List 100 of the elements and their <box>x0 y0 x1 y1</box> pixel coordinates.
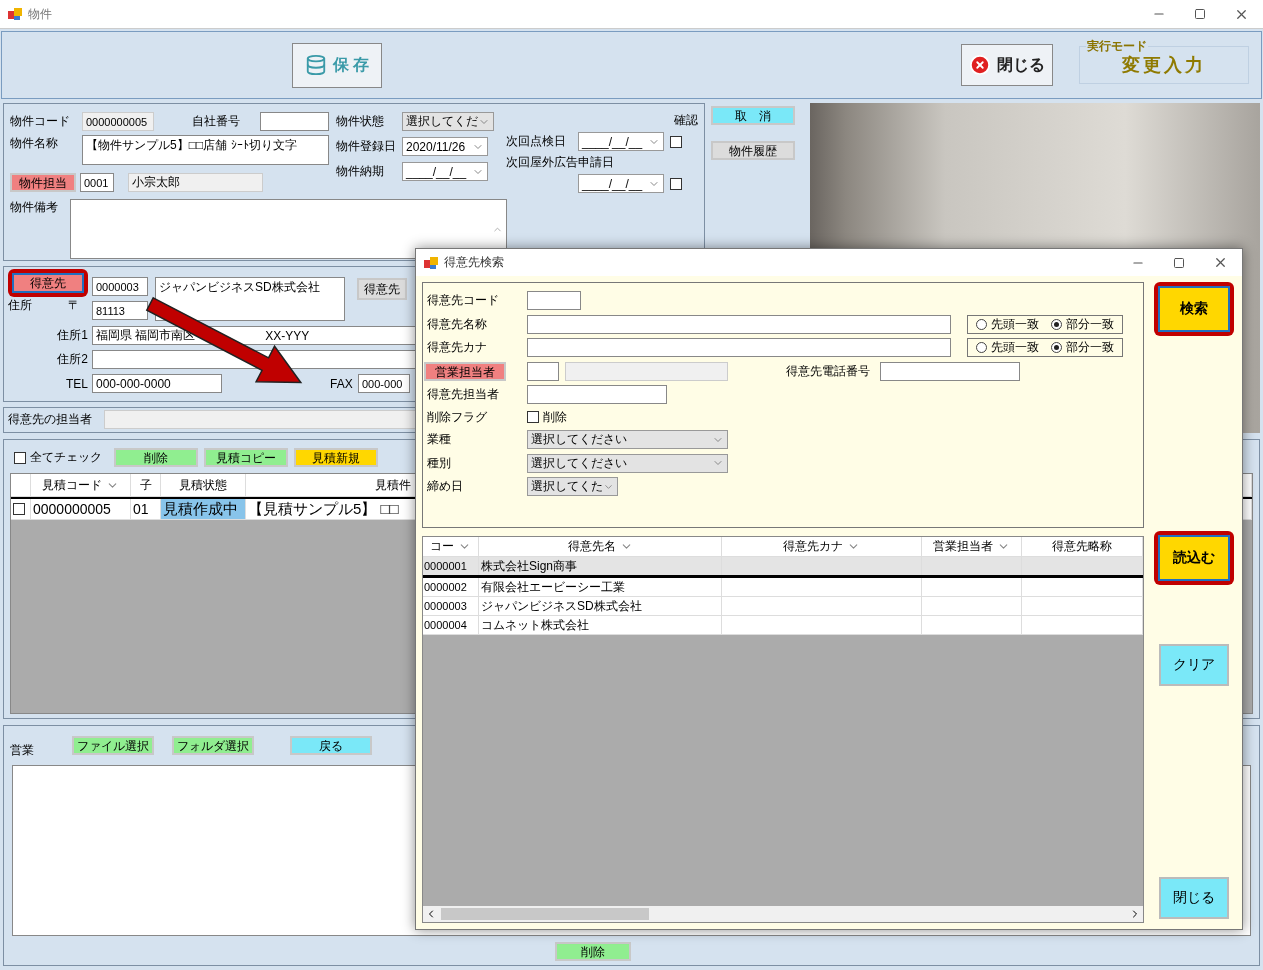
checkbox[interactable] <box>13 503 25 515</box>
horizontal-scrollbar[interactable] <box>423 906 1143 922</box>
code-field: 0000000005 <box>82 112 154 131</box>
search-dialog-button[interactable]: 検索 <box>1158 286 1230 332</box>
address-text: XX-YYY <box>265 328 310 343</box>
table-cell: 有限会社エービーシー工業 <box>479 578 722 596</box>
field-label: 住所2 <box>56 351 89 368</box>
column-header: 見積コード <box>31 474 131 496</box>
close-button[interactable]: 閉じる <box>961 44 1053 86</box>
checkbox[interactable] <box>670 135 682 148</box>
select-field[interactable]: 選択してくた <box>527 477 618 496</box>
date-field[interactable]: 2020/11/26 <box>402 137 488 156</box>
customer-code-field[interactable]: 0000003 <box>92 277 148 296</box>
radio-option[interactable]: 先頭一致 <box>976 315 1039 333</box>
side-button[interactable]: 物件履歴 <box>711 141 795 160</box>
input-field[interactable] <box>527 314 951 334</box>
field-label: 得意先の担当者 <box>8 411 93 429</box>
estimate-button[interactable]: 見積コピー <box>204 448 288 467</box>
delete-button[interactable]: 削除 <box>555 942 631 961</box>
column-header: 得意先カナ <box>722 537 922 556</box>
field-label: 物件名称 <box>10 135 59 152</box>
radio-option[interactable]: 先頭一致 <box>976 339 1039 356</box>
maximize-icon[interactable] <box>1173 256 1185 269</box>
staff-button[interactable]: 物件担当 <box>10 173 76 192</box>
estimate-button[interactable]: 削除 <box>114 448 198 467</box>
input-field[interactable] <box>527 385 667 404</box>
search-dialog-button[interactable]: 得意先 <box>12 273 84 293</box>
select-field[interactable]: 選択してください <box>527 453 728 473</box>
field-label: 得意先カナ <box>427 339 488 356</box>
table-cell: 株式会社Sign商事 <box>479 557 722 575</box>
staff-button[interactable]: 営業担当者 <box>424 361 506 381</box>
app-icon <box>424 255 438 270</box>
status-cell: 見積作成中 <box>161 499 246 519</box>
dialog-title: 得意先検索 <box>444 254 504 271</box>
estimate-button[interactable]: 見積新規 <box>294 448 378 467</box>
customer-name-field[interactable]: ジャパンビジネスSD株式会社 <box>155 277 345 321</box>
date-field[interactable]: ____/__/__ <box>402 162 488 181</box>
field-label: 得意先電話番号 <box>786 362 871 380</box>
radio-option[interactable]: 部分一致 <box>1051 339 1114 356</box>
field-label: 物件コード <box>10 113 71 130</box>
field-label: 得意先担当者 <box>427 386 500 403</box>
table-cell: 0000000005 <box>31 499 131 519</box>
table-row[interactable]: 0000004 コムネット株式会社 <box>423 616 1143 635</box>
fax-field[interactable]: 000-000 <box>358 374 410 393</box>
date-field[interactable]: ____/__/__ <box>578 132 664 151</box>
side-button[interactable]: 取 消 <box>711 106 795 125</box>
column-header: 得意先名 <box>479 537 722 556</box>
input-field[interactable] <box>527 291 581 310</box>
name-field[interactable]: 【物件サンプル5】□□店舗 ｼｰﾄ切り文字 <box>82 135 329 165</box>
table-row[interactable]: 0000001 株式会社Sign商事 <box>423 557 1143 578</box>
mode-value: 変更入力 <box>1122 54 1206 77</box>
table-row[interactable]: 0000002 有限会社エービーシー工業 <box>423 578 1143 597</box>
staff-code-field[interactable]: 0001 <box>80 173 114 192</box>
customer-lookup-button[interactable]: 得意先 <box>357 278 407 300</box>
checkbox[interactable] <box>670 177 682 190</box>
check-all-checkbox[interactable]: 全てチェック <box>14 449 102 466</box>
input-field[interactable] <box>880 361 1020 381</box>
column-header: 営業担当者 <box>922 537 1022 556</box>
file-button[interactable]: フォルダ選択 <box>172 736 254 755</box>
close-icon[interactable] <box>1213 255 1228 270</box>
field-label: 物件登録日 <box>336 138 397 155</box>
input-field[interactable] <box>527 338 951 357</box>
field-label: 次回点検日 <box>506 133 567 150</box>
window-title: 物件 <box>28 5 52 23</box>
field-label: FAX <box>330 376 354 391</box>
field-label: TEL <box>65 376 89 391</box>
search-dialog-button[interactable]: クリア <box>1159 644 1229 686</box>
app-icon <box>8 7 22 21</box>
table-cell: 0000003 <box>423 597 479 615</box>
database-icon <box>304 54 327 76</box>
field-label: 締め日 <box>427 478 464 495</box>
field-label: 住所 <box>8 297 33 314</box>
search-dialog-button[interactable]: 閉じる <box>1159 877 1229 919</box>
table-row[interactable]: 0000003 ジャパンビジネスSD株式会社 <box>423 597 1143 616</box>
search-dialog-button[interactable]: 読込む <box>1158 535 1230 581</box>
field-label: 業種 <box>427 431 452 448</box>
field-label: 次回屋外広告申請日 <box>506 154 614 171</box>
select-field[interactable]: 選択してください <box>527 430 728 449</box>
field-label: 物件備考 <box>10 199 59 216</box>
field-label: 得意先コード <box>427 292 500 309</box>
table-cell: ジャパンビジネスSD株式会社 <box>479 597 722 615</box>
input-field[interactable] <box>527 361 559 381</box>
tel-field[interactable]: 000-000-0000 <box>92 374 222 393</box>
field-label: 確認 <box>674 112 698 129</box>
table-cell: コムネット株式会社 <box>479 616 722 634</box>
field-label: 住所1 <box>56 327 89 344</box>
file-button[interactable]: 戻る <box>290 736 372 755</box>
field-label: 営業 <box>10 742 35 759</box>
field-label: 物件納期 <box>336 163 385 180</box>
delete-checkbox[interactable]: 削除 <box>527 408 567 426</box>
radio-option[interactable]: 部分一致 <box>1051 315 1114 333</box>
file-button[interactable]: ファイル選択 <box>72 736 154 755</box>
postal-field[interactable]: 81113 <box>92 301 148 320</box>
select-field[interactable]: 選択してくだ <box>402 112 494 131</box>
input-field[interactable] <box>260 112 329 131</box>
table-cell: 0000002 <box>423 578 479 596</box>
maximize-icon[interactable] <box>1194 8 1206 20</box>
date-field[interactable]: ____/__/__ <box>578 174 664 193</box>
close-icon <box>969 54 991 76</box>
mode-label: 実行モード <box>1086 38 1148 55</box>
